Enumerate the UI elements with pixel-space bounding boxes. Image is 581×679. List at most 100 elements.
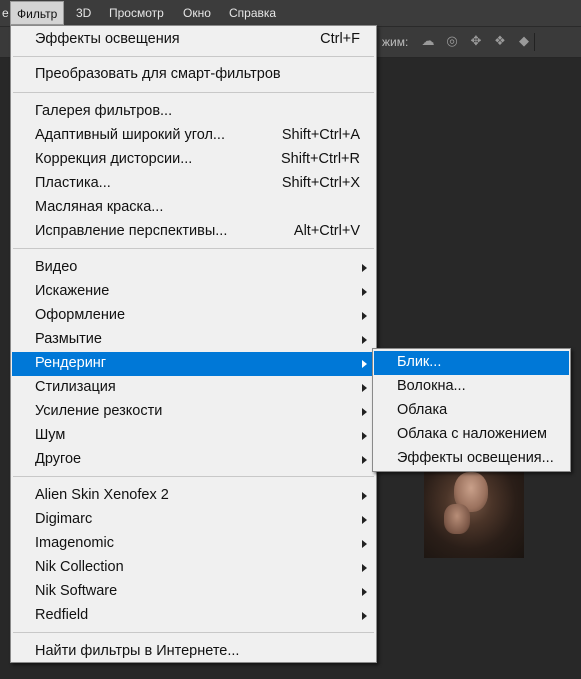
options-divider — [534, 33, 535, 51]
menu-item-distort[interactable]: Искажение — [12, 280, 375, 304]
menu-item-pixelate[interactable]: Оформление — [12, 304, 375, 328]
menu-item-blur[interactable]: Размытие — [12, 328, 375, 352]
submenu-item-lens-flare[interactable]: Блик... — [374, 351, 569, 375]
menu-item-label: Усиление резкости — [35, 403, 163, 419]
submenu-item-label: Блик... — [397, 354, 442, 370]
orbit-icon[interactable]: ☁ — [421, 35, 435, 49]
submenu-arrow-icon — [362, 588, 367, 596]
submenu-arrow-icon — [362, 288, 367, 296]
menu-item-label: Размытие — [35, 331, 102, 347]
submenu-item-label: Облака с наложением — [397, 426, 547, 442]
submenu-arrow-icon — [362, 360, 367, 368]
menu-item-label: Коррекция дисторсии... — [35, 151, 193, 167]
menu-item-label: Эффекты освещения — [35, 31, 180, 47]
menu-separator — [13, 632, 374, 633]
menu-window[interactable]: Окно — [177, 0, 217, 26]
menu-item-label: Redfield — [35, 607, 89, 623]
menu-item-label: Оформление — [35, 307, 126, 323]
menu-item-label: Исправление перспективы... — [35, 223, 228, 239]
submenu-item-lighting-effects[interactable]: Эффекты освещения... — [374, 447, 569, 471]
menu-item-label: Imagenomic — [35, 535, 114, 551]
render-submenu: Блик... Волокна... Облака Облака с налож… — [372, 348, 571, 472]
submenu-item-fibers[interactable]: Волокна... — [374, 375, 569, 399]
menu-item-label: Видео — [35, 259, 78, 275]
menu-item-sharpen[interactable]: Усиление резкости — [12, 400, 375, 424]
menu-item-video[interactable]: Видео — [12, 256, 375, 280]
menu-item-oil-paint[interactable]: Масляная краска... — [12, 196, 375, 220]
menu-item-other[interactable]: Другое — [12, 448, 375, 472]
submenu-arrow-icon — [362, 540, 367, 548]
mode-label: жим: — [382, 35, 409, 49]
menu-item-shortcut: Alt+Ctrl+V — [293, 223, 360, 239]
menu-item-label: Рендеринг — [35, 355, 107, 371]
menu-item-shortcut: Shift+Ctrl+A — [281, 127, 360, 143]
menu-item-vanishing-point[interactable]: Исправление перспективы... Alt+Ctrl+V — [12, 220, 375, 244]
menu-separator — [13, 248, 374, 249]
menu-item-label: Искажение — [35, 283, 110, 299]
submenu-arrow-icon — [362, 492, 367, 500]
scale-icon[interactable]: ◆ — [517, 35, 531, 49]
menu-item-label: Другое — [35, 451, 82, 467]
menu-item-filter-gallery[interactable]: Галерея фильтров... — [12, 100, 375, 124]
menu-item-label: Масляная краска... — [35, 199, 164, 215]
submenu-item-label: Волокна... — [397, 378, 466, 394]
photo-thumbnail — [424, 470, 524, 558]
menu-item-lens-correction[interactable]: Коррекция дисторсии... Shift+Ctrl+R — [12, 148, 375, 172]
menu-item-last-filter[interactable]: Эффекты освещения Ctrl+F — [12, 28, 375, 52]
menu-item-imagenomic[interactable]: Imagenomic — [12, 532, 375, 556]
submenu-arrow-icon — [362, 516, 367, 524]
filter-dropdown-menu: Эффекты освещения Ctrl+F Преобразовать д… — [10, 25, 377, 663]
menu-3d[interactable]: 3D — [70, 0, 97, 26]
submenu-arrow-icon — [362, 336, 367, 344]
menu-bar: е Фильтр 3D Просмотр Окно Справка — [0, 0, 581, 27]
menu-item-label: Адаптивный широкий угол... — [35, 127, 225, 143]
menu-item-label: Стилизация — [35, 379, 116, 395]
menu-item-alien-skin[interactable]: Alien Skin Xenofex 2 — [12, 484, 375, 508]
menu-item-digimarc[interactable]: Digimarc — [12, 508, 375, 532]
submenu-item-label: Облака — [397, 402, 448, 418]
slide-icon[interactable]: ❖ — [493, 35, 507, 49]
submenu-arrow-icon — [362, 432, 367, 440]
roll-icon[interactable]: ◎ — [445, 35, 459, 49]
menu-separator — [13, 92, 374, 93]
menu-item-label: Пластика... — [35, 175, 111, 191]
menu-item-adaptive-wide-angle[interactable]: Адаптивный широкий угол... Shift+Ctrl+A — [12, 124, 375, 148]
menu-item-label: Шум — [35, 427, 66, 443]
menu-item-label: Nik Collection — [35, 559, 124, 575]
menu-item-label: Преобразовать для смарт-фильтров — [35, 66, 281, 82]
pan-icon[interactable]: ✥ — [469, 35, 483, 49]
menu-item-label: Галерея фильтров... — [35, 103, 173, 119]
menu-item-label: Digimarc — [35, 511, 93, 527]
menu-item-nik-software[interactable]: Nik Software — [12, 580, 375, 604]
menu-item-redfield[interactable]: Redfield — [12, 604, 375, 628]
menu-item-label: Alien Skin Xenofex 2 — [35, 487, 169, 503]
menu-item-render[interactable]: Рендеринг — [12, 352, 375, 376]
menu-item-label: Nik Software — [35, 583, 118, 599]
menu-item-browse-filters-online[interactable]: Найти фильтры в Интернете... — [12, 640, 375, 664]
menu-view[interactable]: Просмотр — [103, 0, 170, 26]
submenu-item-difference-clouds[interactable]: Облака с наложением — [374, 423, 569, 447]
menu-item-convert-smart[interactable]: Преобразовать для смарт-фильтров — [12, 63, 375, 87]
submenu-item-label: Эффекты освещения... — [397, 450, 554, 466]
menu-separator — [13, 56, 374, 57]
submenu-arrow-icon — [362, 564, 367, 572]
menu-item-liquify[interactable]: Пластика... Shift+Ctrl+X — [12, 172, 375, 196]
submenu-arrow-icon — [362, 408, 367, 416]
photo-hand — [444, 504, 470, 534]
submenu-arrow-icon — [362, 456, 367, 464]
menu-item-nik-collection[interactable]: Nik Collection — [12, 556, 375, 580]
menu-item-stylize[interactable]: Стилизация — [12, 376, 375, 400]
menu-item-shortcut: Ctrl+F — [320, 31, 360, 47]
submenu-item-clouds[interactable]: Облака — [374, 399, 569, 423]
menu-help[interactable]: Справка — [223, 0, 282, 26]
menu-item-shortcut: Shift+Ctrl+R — [281, 151, 360, 167]
submenu-arrow-icon — [362, 264, 367, 272]
menu-item-label: Найти фильтры в Интернете... — [35, 643, 240, 659]
menu-filter[interactable]: Фильтр — [10, 1, 65, 25]
submenu-arrow-icon — [362, 312, 367, 320]
menu-item-noise[interactable]: Шум — [12, 424, 375, 448]
submenu-arrow-icon — [362, 384, 367, 392]
submenu-arrow-icon — [362, 612, 367, 620]
menu-item-shortcut: Shift+Ctrl+X — [281, 175, 360, 191]
menu-separator — [13, 476, 374, 477]
